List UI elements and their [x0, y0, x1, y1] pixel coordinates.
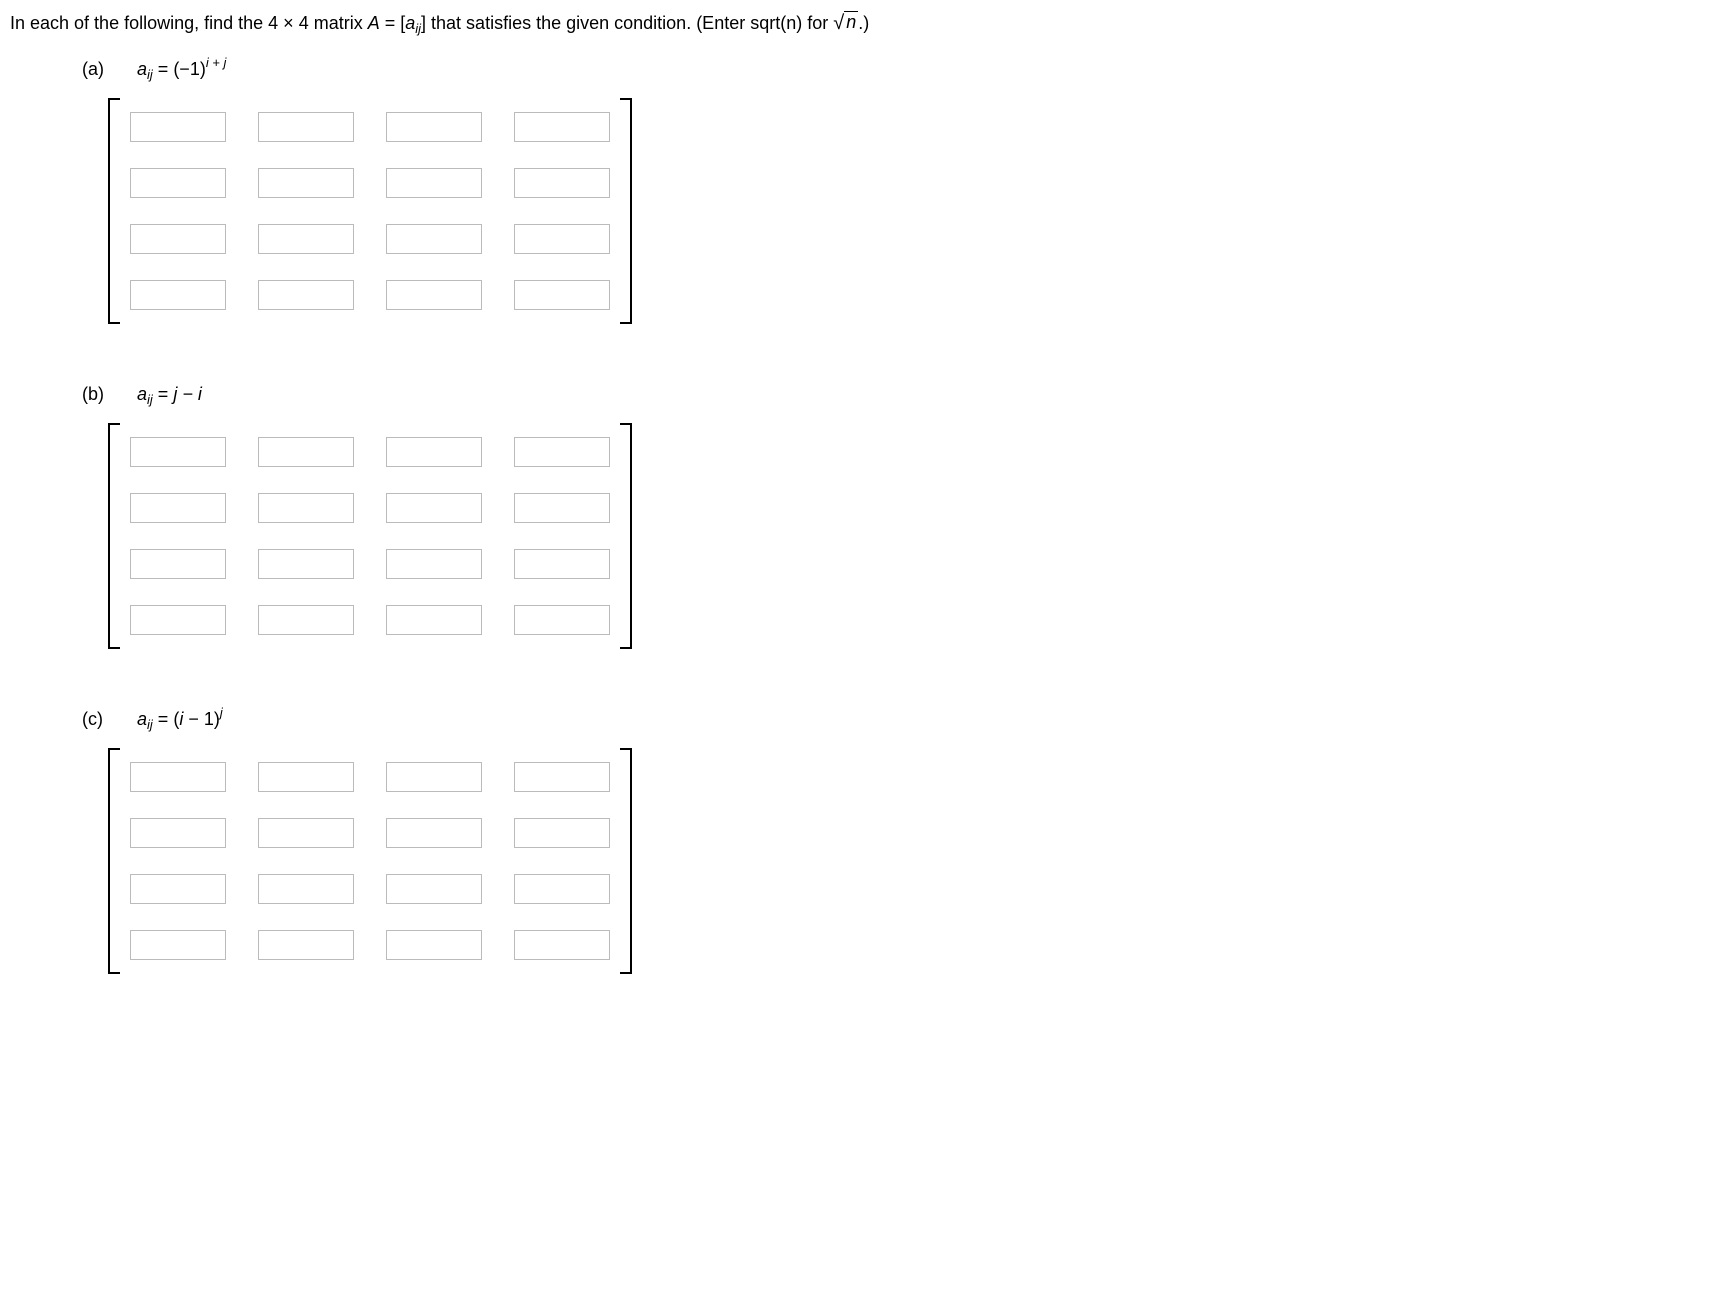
- matrix-cell[interactable]: [514, 493, 610, 523]
- matrix-cell[interactable]: [514, 930, 610, 960]
- part-c-exp: j: [220, 705, 223, 720]
- part-c-lhs-a: a: [137, 709, 147, 729]
- bracket-right-icon: [620, 748, 632, 974]
- part-a-eq: =: [153, 59, 174, 79]
- part-a-lhs-ij: ij: [147, 67, 153, 82]
- matrix-cell[interactable]: [130, 493, 226, 523]
- matrix-cell[interactable]: [386, 818, 482, 848]
- matrix-cell[interactable]: [130, 549, 226, 579]
- matrix-cell[interactable]: [386, 437, 482, 467]
- part-b-lhs-a: a: [137, 384, 147, 404]
- matrix-cell[interactable]: [258, 818, 354, 848]
- matrix-cell[interactable]: [258, 280, 354, 310]
- part-a-label: (a): [82, 59, 132, 80]
- part-c-label: (c): [82, 709, 132, 730]
- problem-intro: In each of the following, find the 4 × 4…: [10, 12, 1720, 35]
- part-c-header: (c) aij = (i − 1)j: [82, 709, 1720, 730]
- bracket-left-icon: [108, 98, 120, 324]
- matrix-cell[interactable]: [386, 549, 482, 579]
- part-b-matrix: [108, 423, 1720, 649]
- matrix-cell[interactable]: [130, 224, 226, 254]
- matrix-cell[interactable]: [514, 224, 610, 254]
- part-a-header: (a) aij = (−1)i + j: [82, 59, 1720, 80]
- matrix-cell[interactable]: [130, 168, 226, 198]
- part-a-base: (−1): [173, 59, 206, 79]
- matrix-cell[interactable]: [258, 437, 354, 467]
- matrix-cell[interactable]: [514, 762, 610, 792]
- bracket-left-icon: [108, 748, 120, 974]
- part-c-matrix: [108, 748, 1720, 974]
- matrix-cell[interactable]: [258, 112, 354, 142]
- matrix-cell[interactable]: [258, 224, 354, 254]
- part-b-rhs: j − i: [173, 384, 202, 404]
- part-b-eq: =: [153, 384, 174, 404]
- matrix-cell[interactable]: [386, 605, 482, 635]
- matrix-cell[interactable]: [386, 762, 482, 792]
- part-b: (b) aij = j − i: [82, 384, 1720, 649]
- matrix-cell[interactable]: [130, 930, 226, 960]
- matrix-cell[interactable]: [258, 930, 354, 960]
- part-a-lhs-a: a: [137, 59, 147, 79]
- matrix-cell[interactable]: [514, 437, 610, 467]
- intro-close: ] that satisfies the given condition. (E…: [421, 13, 833, 33]
- matrix-cell[interactable]: [514, 818, 610, 848]
- matrix-cell[interactable]: [514, 280, 610, 310]
- matrix-cell[interactable]: [258, 549, 354, 579]
- intro-end: .): [858, 13, 869, 33]
- part-c: (c) aij = (i − 1)j: [82, 709, 1720, 974]
- matrix-cell[interactable]: [386, 168, 482, 198]
- matrix-cell[interactable]: [514, 168, 610, 198]
- intro-eq: = [: [380, 13, 406, 33]
- matrix-cell[interactable]: [258, 874, 354, 904]
- matrix-cell[interactable]: [258, 493, 354, 523]
- bracket-right-icon: [620, 98, 632, 324]
- part-a-matrix: [108, 98, 1720, 324]
- matrix-cell[interactable]: [130, 874, 226, 904]
- matrix-cell[interactable]: [130, 112, 226, 142]
- matrix-cell[interactable]: [130, 762, 226, 792]
- matrix-cell[interactable]: [386, 224, 482, 254]
- matrix-cell[interactable]: [514, 549, 610, 579]
- part-a-exp: i + j: [206, 55, 227, 70]
- matrix-cell[interactable]: [258, 605, 354, 635]
- matrix-cell[interactable]: [258, 762, 354, 792]
- sqrt-icon: √n: [833, 12, 858, 35]
- intro-ij: ij: [415, 21, 421, 36]
- matrix-cell[interactable]: [130, 605, 226, 635]
- matrix-cell[interactable]: [130, 437, 226, 467]
- matrix-cell[interactable]: [386, 280, 482, 310]
- part-c-lhs-ij: ij: [147, 717, 153, 732]
- part-b-header: (b) aij = j − i: [82, 384, 1720, 405]
- matrix-cell[interactable]: [514, 112, 610, 142]
- intro-A: A: [368, 13, 380, 33]
- intro-a: a: [405, 13, 415, 33]
- matrix-cell[interactable]: [386, 874, 482, 904]
- matrix-cell[interactable]: [386, 930, 482, 960]
- matrix-cell[interactable]: [258, 168, 354, 198]
- part-b-label: (b): [82, 384, 132, 405]
- matrix-cell[interactable]: [514, 874, 610, 904]
- bracket-right-icon: [620, 423, 632, 649]
- part-c-mid: − 1): [183, 709, 220, 729]
- matrix-cell[interactable]: [130, 280, 226, 310]
- intro-text-1: In each of the following, find the 4 × 4…: [10, 13, 368, 33]
- bracket-left-icon: [108, 423, 120, 649]
- matrix-cell[interactable]: [386, 493, 482, 523]
- matrix-cell[interactable]: [514, 605, 610, 635]
- matrix-cell[interactable]: [130, 818, 226, 848]
- part-a: (a) aij = (−1)i + j: [82, 59, 1720, 324]
- matrix-cell[interactable]: [386, 112, 482, 142]
- part-c-eq: =: [153, 709, 174, 729]
- part-b-lhs-ij: ij: [147, 392, 153, 407]
